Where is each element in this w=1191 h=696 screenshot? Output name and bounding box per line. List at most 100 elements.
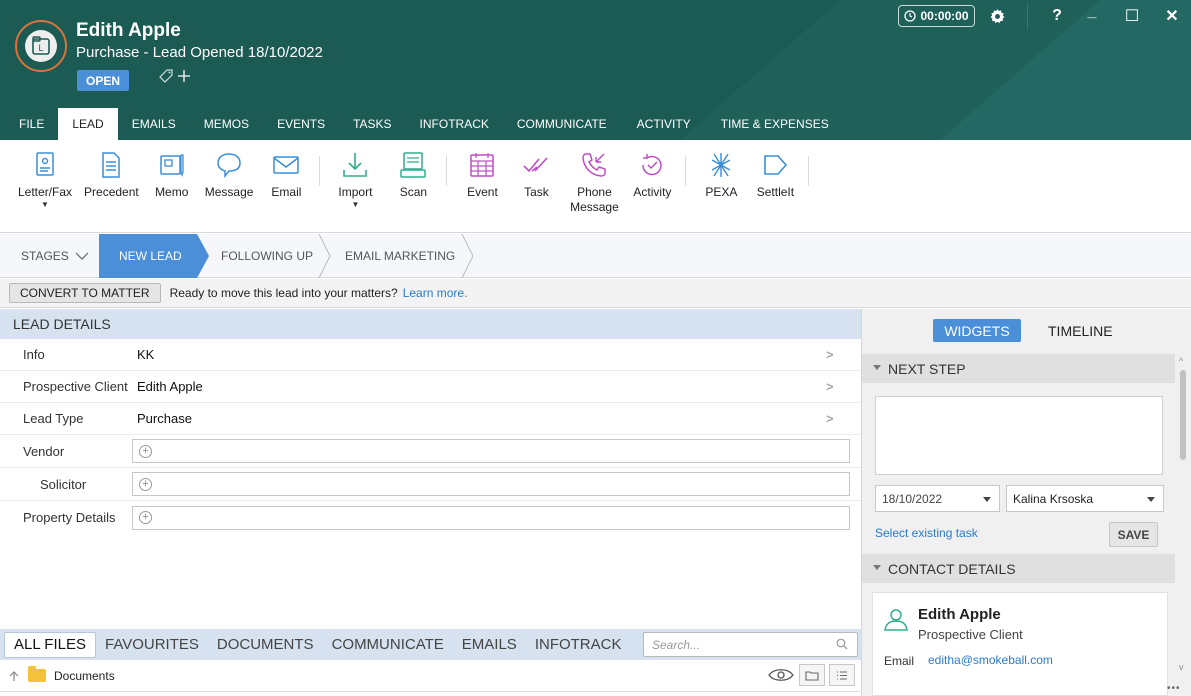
document-icon [102,152,121,178]
help-button[interactable]: ? [1045,4,1069,28]
clock-icon [904,10,917,22]
eye-icon[interactable] [767,667,795,683]
tab-emails[interactable]: EMAILS [118,108,190,140]
phone-message-button[interactable]: Phone Message [569,140,619,215]
tab-time-expenses[interactable]: TIME & EXPENSES [707,108,843,140]
folder-outline-icon [805,670,819,681]
tab-memos[interactable]: MEMOS [190,108,263,140]
scroll-up-icon[interactable]: ^ [1179,356,1183,366]
save-button[interactable]: SAVE [1109,522,1158,547]
tab-infotrack-files[interactable]: INFOTRACK [526,632,631,658]
tab-timeline[interactable]: TIMELINE [1048,319,1113,342]
tab-all-files[interactable]: ALL FILES [4,631,96,658]
timer-button[interactable]: 00:00:00 [898,5,975,27]
import-button[interactable]: Import ▼ [334,140,376,209]
learn-more-link[interactable]: Learn more. [403,286,468,300]
contact-details-header[interactable]: CONTACT DETAILS [862,554,1175,583]
contact-email-link[interactable]: editha@smokeball.com [928,653,1053,667]
add-tag-button[interactable] [158,68,192,84]
phone-icon [582,153,607,177]
stage-following-up[interactable]: FOLLOWING UP [221,234,313,278]
person-icon [884,609,908,631]
tab-file[interactable]: FILE [0,108,58,140]
message-button[interactable]: Message [205,140,253,200]
next-step-date-select[interactable]: 18/10/2022 [875,485,1000,512]
resize-grip-icon[interactable]: ••• [1167,683,1181,694]
list-view-button[interactable] [829,664,855,686]
scan-button[interactable]: Scan [392,140,434,200]
task-button[interactable]: Task [515,140,557,200]
main-menu-tabs: FILE LEAD EMAILS MEMOS EVENTS TASKS INFO… [0,108,843,140]
contact-card: Edith Apple Prospective Client Email edi… [872,592,1168,696]
ribbon-separator [808,156,810,186]
settings-button[interactable] [985,4,1009,28]
files-tabs: ALL FILES FAVOURITES DOCUMENTS COMMUNICA… [0,629,861,660]
tab-documents[interactable]: DOCUMENTS [208,632,323,658]
event-button[interactable]: Event [461,140,503,200]
add-circle-icon: + [139,511,152,524]
maximize-button[interactable]: ☐ [1120,4,1144,28]
minimize-button[interactable]: _ [1080,0,1104,24]
stage-email-marketing[interactable]: EMAIL MARKETING [345,234,455,278]
arrow-up-icon[interactable] [8,670,20,682]
lead-details-title: LEAD DETAILS [0,309,861,339]
memo-button[interactable]: Memo [151,140,193,200]
activity-button[interactable]: Activity [631,140,673,200]
email-button[interactable]: Email [265,140,307,200]
tab-emails-files[interactable]: EMAILS [453,632,526,658]
settleit-button[interactable]: SettleIt [754,140,796,200]
avatar: L [15,20,67,72]
next-step-header[interactable]: NEXT STEP [862,354,1175,383]
calendar-icon [470,153,495,177]
scrollbar-thumb[interactable] [1180,370,1186,460]
chevron-down-icon [75,252,89,260]
lead-type-row[interactable]: Lead Type Purchase > [0,403,861,435]
contact-name[interactable]: Edith Apple [918,606,1001,623]
client-name: Edith Apple [76,20,181,41]
activity-icon [642,154,663,176]
status-badge[interactable]: OPEN [77,70,129,91]
tab-communicate-files[interactable]: COMMUNICATE [323,632,453,658]
vendor-field[interactable]: + [132,439,850,463]
add-circle-icon: + [139,477,152,491]
tab-activity[interactable]: ACTIVITY [621,108,707,140]
property-details-field[interactable]: + [132,505,850,530]
prospective-client-row[interactable]: Prospective Client Edith Apple > [0,371,861,403]
arrow-right-icon [764,155,788,175]
convert-to-matter-button[interactable]: CONVERT TO MATTER [9,283,161,303]
tab-favourites[interactable]: FAVOURITES [96,632,208,658]
files-search-input[interactable]: Search... [643,632,858,657]
scroll-down-icon[interactable]: v [1179,662,1184,672]
info-row[interactable]: Info KK > [0,339,861,371]
next-step-textarea[interactable] [875,396,1163,475]
folder-view-button[interactable] [799,664,825,686]
tab-lead[interactable]: LEAD [58,108,118,140]
folder-icon [28,666,46,682]
pexa-button[interactable]: PEXA [700,140,742,200]
caret-down-icon [1147,497,1155,502]
tab-infotrack[interactable]: INFOTRACK [406,108,503,140]
add-circle-icon: + [139,444,152,458]
tab-communicate[interactable]: COMMUNICATE [503,108,621,140]
precedent-button[interactable]: Precedent [84,140,139,200]
caret-down-icon [983,497,991,502]
search-icon [836,638,848,653]
lead-details-panel: LEAD DETAILS Info KK > Prospective Clien… [0,309,861,629]
letter-fax-button[interactable]: Letter/Fax ▼ [18,140,72,209]
gear-icon [989,8,1005,23]
tab-tasks[interactable]: TASKS [339,108,405,140]
memo-icon [159,154,184,178]
solicitor-field[interactable]: + [132,472,850,496]
current-folder[interactable]: Documents [54,669,115,683]
envelope-icon [273,156,300,174]
close-button[interactable]: ✕ [1160,4,1184,28]
assignee-select[interactable]: Kalina Krsoska [1006,485,1164,512]
matter-header: L Edith Apple Purchase - Lead Opened 18/… [0,0,1191,140]
tab-events[interactable]: EVENTS [263,108,339,140]
widgets-scrollbar[interactable]: ^ v [1175,354,1191,696]
stage-divider [461,234,474,278]
convert-message: Ready to move this lead into your matter… [169,286,398,300]
select-existing-task-link[interactable]: Select existing task [875,526,978,540]
tab-widgets[interactable]: WIDGETS [933,319,1021,342]
stages-dropdown[interactable]: STAGES [21,234,89,278]
